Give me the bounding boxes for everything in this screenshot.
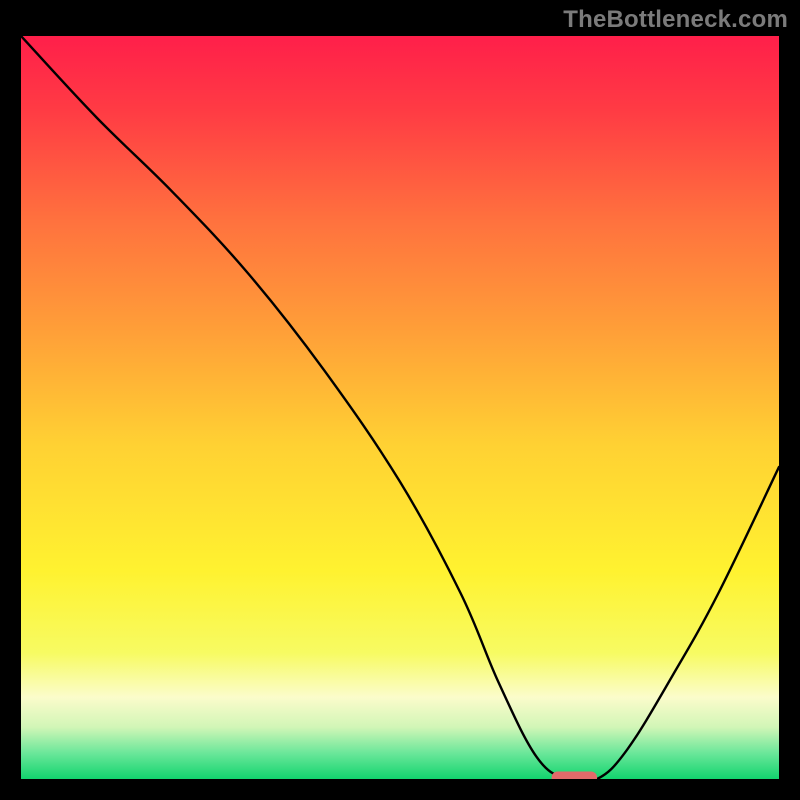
chart-stage: TheBottleneck.com [0, 0, 800, 800]
gradient-background [21, 36, 779, 779]
attribution-label: TheBottleneck.com [563, 6, 788, 34]
plot-frame [12, 36, 788, 788]
chart-svg [21, 36, 779, 779]
plot-area [21, 36, 779, 779]
optimal-marker [552, 772, 597, 779]
